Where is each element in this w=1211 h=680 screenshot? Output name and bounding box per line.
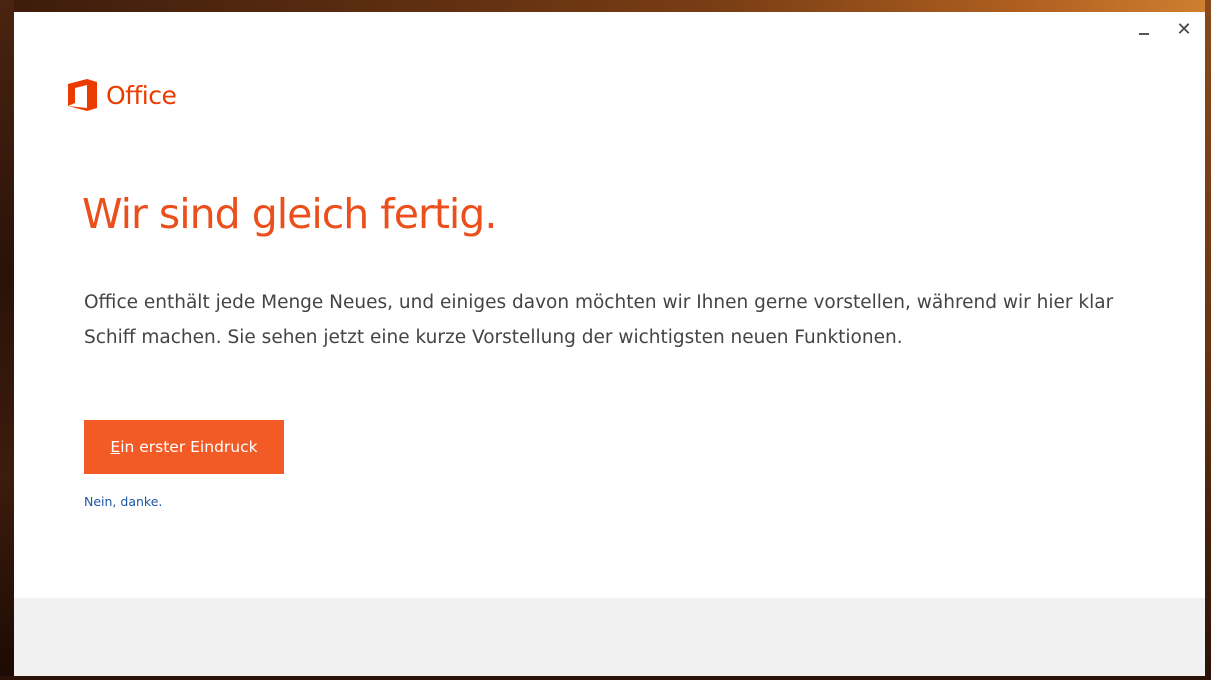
- page-title: Wir sind gleich fertig.: [82, 190, 497, 238]
- close-button[interactable]: ✕: [1172, 18, 1196, 42]
- office-setup-window: ✕ Office Wir sind gleich fertig. Office …: [14, 12, 1205, 676]
- office-logo-text: Office: [106, 80, 177, 110]
- no-thanks-link[interactable]: Nein, danke.: [84, 494, 162, 509]
- desktop-background-left: [0, 0, 14, 680]
- close-icon: ✕: [1176, 19, 1192, 40]
- intro-text: Office enthält jede Menge Neues, und ein…: [84, 292, 1114, 348]
- access-key-letter: E: [110, 438, 121, 456]
- office-logo: Office: [68, 78, 177, 112]
- desktop-background-bottom: [0, 676, 1211, 680]
- office-logo-icon: [68, 79, 97, 111]
- minimize-button[interactable]: [1132, 18, 1156, 42]
- first-impression-button-label: in erster Eindruck: [120, 438, 258, 456]
- minimize-icon: [1139, 33, 1149, 35]
- first-impression-button[interactable]: Ein erster Eindruck: [84, 420, 284, 474]
- footer-bar: [14, 598, 1205, 676]
- desktop-background-right: [1205, 0, 1211, 680]
- desktop-background-top: [0, 0, 1211, 12]
